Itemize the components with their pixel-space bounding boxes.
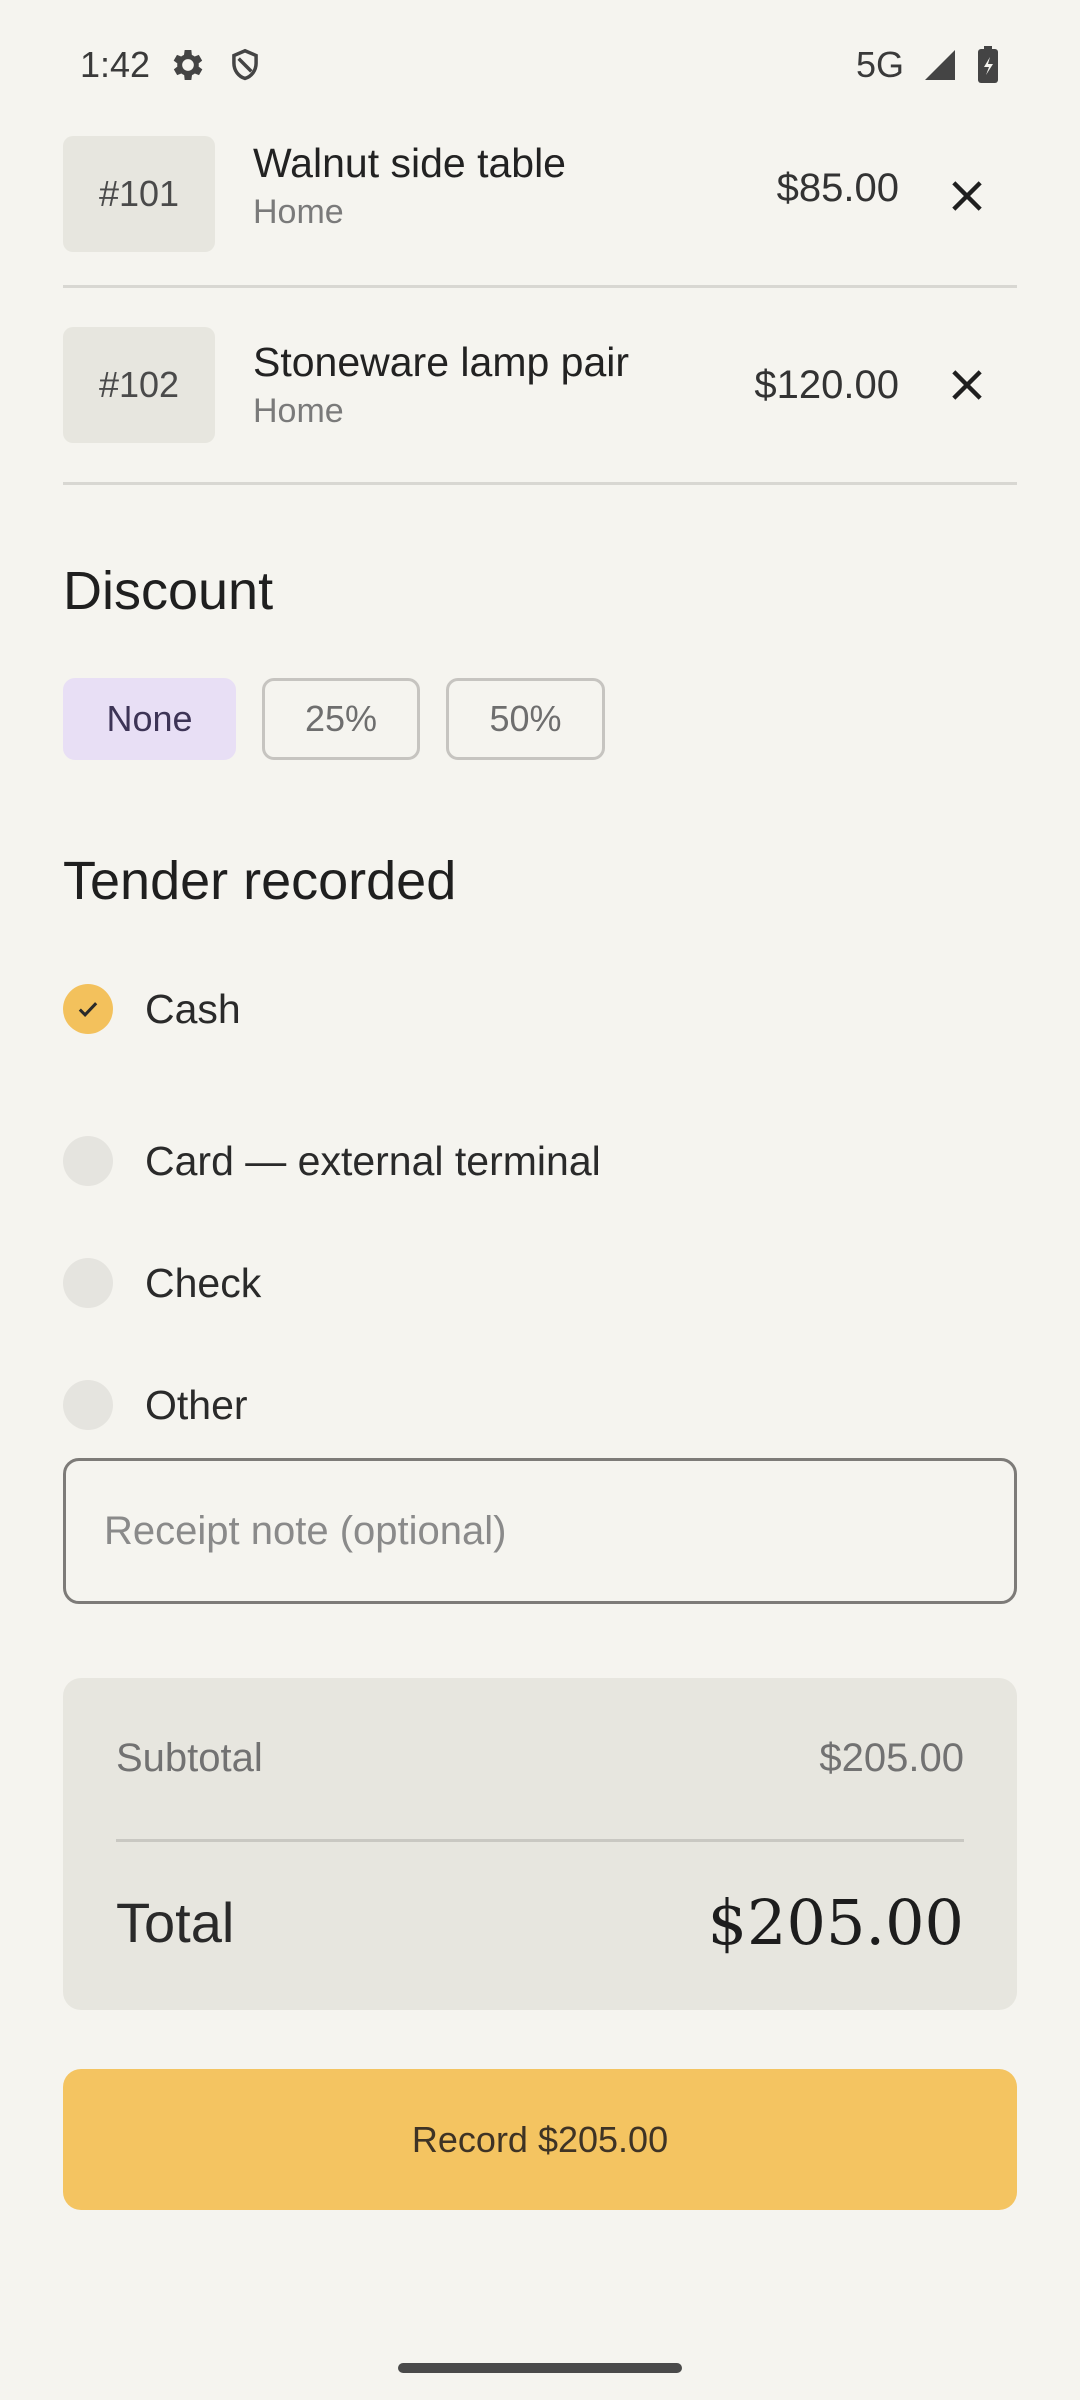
item-price: $120.00	[754, 362, 899, 407]
tender-label: Cash	[145, 985, 241, 1032]
item-name: Stoneware lamp pair	[253, 339, 630, 385]
tender-option-card[interactable]: Card — external terminal	[63, 1100, 1017, 1222]
shield-icon	[226, 45, 264, 85]
subtotal-label: Subtotal	[116, 1736, 263, 1780]
item-category: Home	[253, 193, 344, 231]
discount-chips: None 25% 50%	[63, 678, 605, 760]
tender-label: Card — external terminal	[145, 1137, 601, 1184]
remove-item-button[interactable]	[937, 355, 997, 415]
discount-chip-50[interactable]: 50%	[446, 678, 605, 760]
radio-unchecked[interactable]	[63, 1380, 113, 1430]
total-label: Total	[116, 1890, 235, 1954]
remove-item-button[interactable]	[937, 166, 997, 226]
check-icon	[78, 1002, 98, 1018]
status-bar: 1:42 5G	[0, 0, 1080, 130]
item-info: Stoneware lamp pair Home	[253, 339, 754, 431]
total-value: $205.00	[707, 1885, 964, 1959]
network-type: 5G	[855, 44, 904, 85]
tender-label: Check	[145, 1259, 262, 1306]
gear-icon	[168, 45, 208, 85]
close-icon	[952, 370, 982, 400]
radio-unchecked[interactable]	[63, 1258, 113, 1308]
item-category: Home	[253, 392, 344, 430]
status-left: 1:42	[80, 44, 264, 86]
tender-title: Tender recorded	[63, 851, 457, 911]
battery-icon	[976, 45, 1000, 85]
radio-checked[interactable]	[63, 984, 113, 1034]
subtotal-value: $205.00	[819, 1736, 964, 1780]
discount-chip-none[interactable]: None	[63, 678, 236, 760]
tender-options: Cash Card — external terminal Check Othe…	[63, 978, 1017, 1466]
close-icon	[952, 181, 982, 211]
cart-list: #101 Walnut side table Home $85.00 #102 …	[63, 130, 1017, 485]
order-summary: Subtotal $205.00 Total $205.00	[63, 1678, 1017, 2010]
home-indicator[interactable]	[398, 2363, 682, 2373]
subtotal-row: Subtotal $205.00	[116, 1678, 964, 1842]
signal-icon	[922, 47, 958, 83]
tender-option-cash[interactable]: Cash	[63, 978, 1017, 1040]
status-time: 1:42	[80, 44, 151, 85]
status-right: 5G	[856, 44, 1000, 86]
record-payment-button[interactable]: Record $205.00	[63, 2069, 1017, 2210]
sku-badge: #102	[63, 327, 215, 443]
discount-title: Discount	[63, 561, 274, 621]
cart-item: #102 Stoneware lamp pair Home $120.00	[63, 288, 1017, 485]
receipt-note-input[interactable]	[63, 1458, 1017, 1604]
discount-chip-25[interactable]: 25%	[262, 678, 420, 760]
item-price: $85.00	[776, 166, 899, 210]
item-name: Walnut side table	[253, 140, 566, 186]
tender-label: Other	[145, 1381, 248, 1428]
radio-unchecked[interactable]	[63, 1136, 113, 1186]
sku-badge: #101	[63, 136, 215, 252]
tender-option-check[interactable]: Check	[63, 1222, 1017, 1344]
total-row: Total $205.00	[116, 1842, 964, 2002]
item-info: Walnut side table Home	[253, 140, 777, 232]
tender-option-other[interactable]: Other	[63, 1344, 1017, 1466]
cart-item: #101 Walnut side table Home $85.00	[63, 130, 1017, 288]
